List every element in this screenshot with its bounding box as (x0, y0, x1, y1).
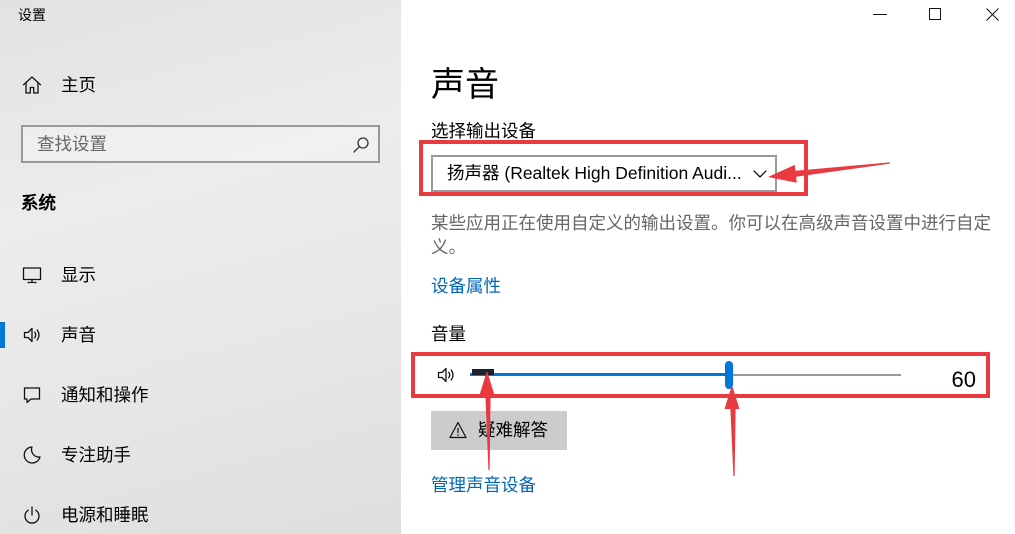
page-title: 声音 (431, 66, 499, 104)
minimize-icon (873, 14, 887, 15)
sidebar-item-notifications[interactable]: 通知和操作 (0, 376, 401, 414)
app-title: 设置 (18, 7, 46, 23)
sidebar-item-display[interactable]: 显示 (0, 256, 401, 294)
sidebar: 设置 主页 系统 显示 声音 (0, 0, 401, 534)
main-content: 声音 选择输出设备 扬声器 (Realtek High Definition A… (401, 0, 1015, 534)
warning-icon (449, 421, 467, 439)
speaker-icon[interactable] (436, 365, 458, 385)
minimize-button[interactable] (857, 0, 903, 30)
sidebar-item-sound[interactable]: 声音 (0, 316, 401, 354)
sidebar-item-label: 主页 (61, 75, 96, 95)
sidebar-item-label: 专注助手 (61, 445, 131, 465)
sidebar-item-label: 电源和睡眠 (61, 505, 149, 525)
slider-thumb[interactable] (724, 361, 733, 389)
search-icon[interactable] (352, 136, 370, 154)
sidebar-item-label: 显示 (61, 265, 96, 285)
volume-label: 音量 (431, 324, 466, 344)
search-input[interactable] (23, 127, 378, 161)
output-device-label: 选择输出设备 (431, 121, 536, 141)
selection-indicator (0, 322, 5, 348)
custom-output-note: 某些应用正在使用自定义的输出设置。你可以在高级声音设置中进行自定义。 (431, 213, 991, 257)
power-icon (24, 506, 40, 524)
volume-slider[interactable] (470, 361, 901, 389)
output-device-selected: 扬声器 (Realtek High Definition Audi... (447, 163, 742, 183)
troubleshoot-button[interactable]: 疑难解答 (431, 411, 567, 450)
sidebar-item-label: 通知和操作 (61, 385, 149, 405)
notification-icon (23, 387, 41, 404)
home-icon (22, 76, 42, 94)
monitor-icon (22, 267, 42, 284)
sidebar-item-label: 声音 (61, 325, 96, 345)
maximize-button[interactable] (912, 0, 958, 30)
sidebar-item-focus-assist[interactable]: 专注助手 (0, 436, 401, 474)
troubleshoot-label: 疑难解答 (478, 420, 548, 440)
close-button[interactable] (969, 0, 1015, 30)
output-device-dropdown[interactable]: 扬声器 (Realtek High Definition Audi... (431, 155, 777, 192)
device-properties-link[interactable]: 设备属性 (431, 274, 501, 298)
volume-value: 60 (951, 367, 976, 392)
speaker-icon (23, 327, 40, 343)
close-icon (986, 8, 999, 21)
slider-fill (470, 373, 729, 376)
search-box (21, 125, 380, 163)
section-title: 系统 (21, 193, 56, 213)
moon-icon (23, 446, 41, 464)
sidebar-item-home[interactable]: 主页 (0, 66, 401, 104)
manage-sound-devices-link[interactable]: 管理声音设备 (431, 473, 536, 497)
sidebar-item-power-sleep[interactable]: 电源和睡眠 (0, 496, 401, 534)
maximize-icon (929, 8, 941, 20)
chevron-down-icon (753, 170, 767, 178)
